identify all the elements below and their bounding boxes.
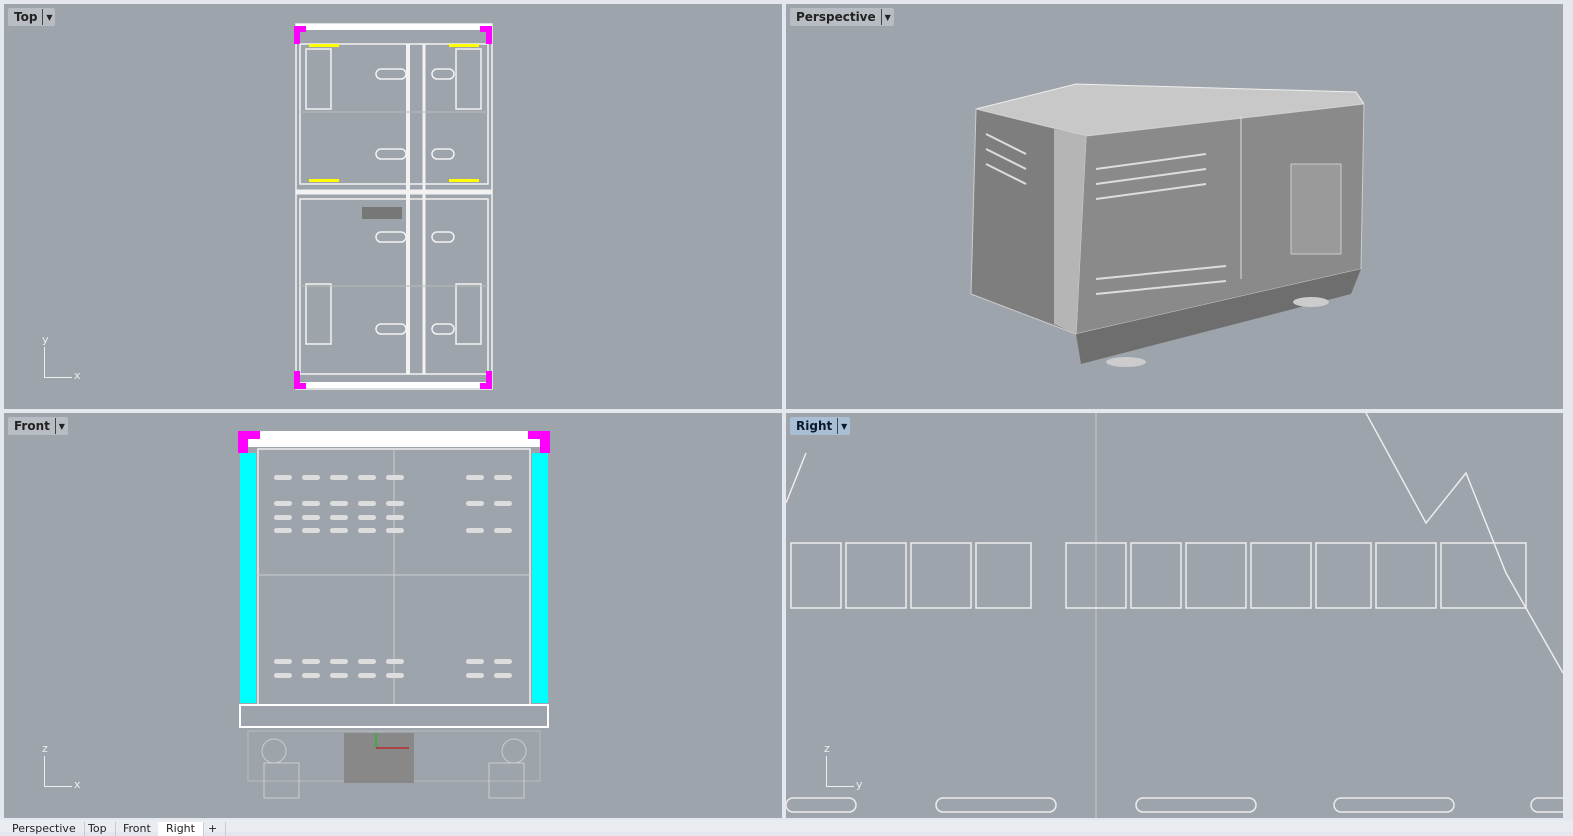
viewport-front[interactable]: Front ▼ z x — [4, 413, 782, 818]
front-view-drawing — [238, 431, 550, 799]
viewport-right[interactable]: Right ▼ z y — [786, 413, 1563, 818]
axis-label-x: x — [74, 778, 81, 791]
right-view-drawing — [786, 413, 1563, 818]
axis-label-z: z — [824, 742, 830, 755]
tab-front[interactable]: Front — [115, 822, 160, 836]
axis-indicator: y x — [40, 333, 81, 382]
dropdown-arrow-icon[interactable]: ▼ — [837, 418, 850, 434]
viewport-title: Perspective — [796, 10, 876, 24]
axis-label-z: z — [42, 742, 48, 755]
dropdown-arrow-icon[interactable]: ▼ — [54, 418, 68, 434]
dropdown-arrow-icon[interactable]: ▼ — [880, 9, 894, 25]
viewport-title: Top — [14, 10, 38, 24]
viewport-label-top[interactable]: Top ▼ — [8, 8, 56, 26]
axis-label-x: x — [74, 369, 81, 382]
axis-indicator: z x — [40, 742, 81, 791]
add-tab-button[interactable]: + — [200, 822, 227, 836]
dropdown-arrow-icon[interactable]: ▼ — [42, 9, 55, 25]
tab-top[interactable]: Top — [80, 822, 116, 836]
axis-label-y: y — [42, 333, 49, 346]
viewport-label-right[interactable]: Right ▼ — [790, 417, 851, 435]
tab-perspective[interactable]: Perspective — [4, 822, 85, 836]
viewport-perspective[interactable]: Perspective ▼ — [786, 4, 1563, 409]
viewport-label-perspective[interactable]: Perspective ▼ — [790, 8, 894, 26]
viewport-top[interactable]: Top ▼ y x — [4, 4, 782, 409]
tab-right[interactable]: Right — [158, 822, 204, 836]
viewport-title: Front — [14, 419, 50, 433]
viewport-tab-bar: Perspective Top Front Right + — [0, 820, 1573, 836]
axis-label-y: y — [856, 778, 863, 791]
axis-indicator: z y — [822, 742, 863, 791]
perspective-model — [970, 83, 1365, 367]
viewport-label-front[interactable]: Front ▼ — [8, 417, 68, 435]
top-view-drawing — [294, 23, 493, 390]
viewport-title: Right — [796, 419, 833, 433]
